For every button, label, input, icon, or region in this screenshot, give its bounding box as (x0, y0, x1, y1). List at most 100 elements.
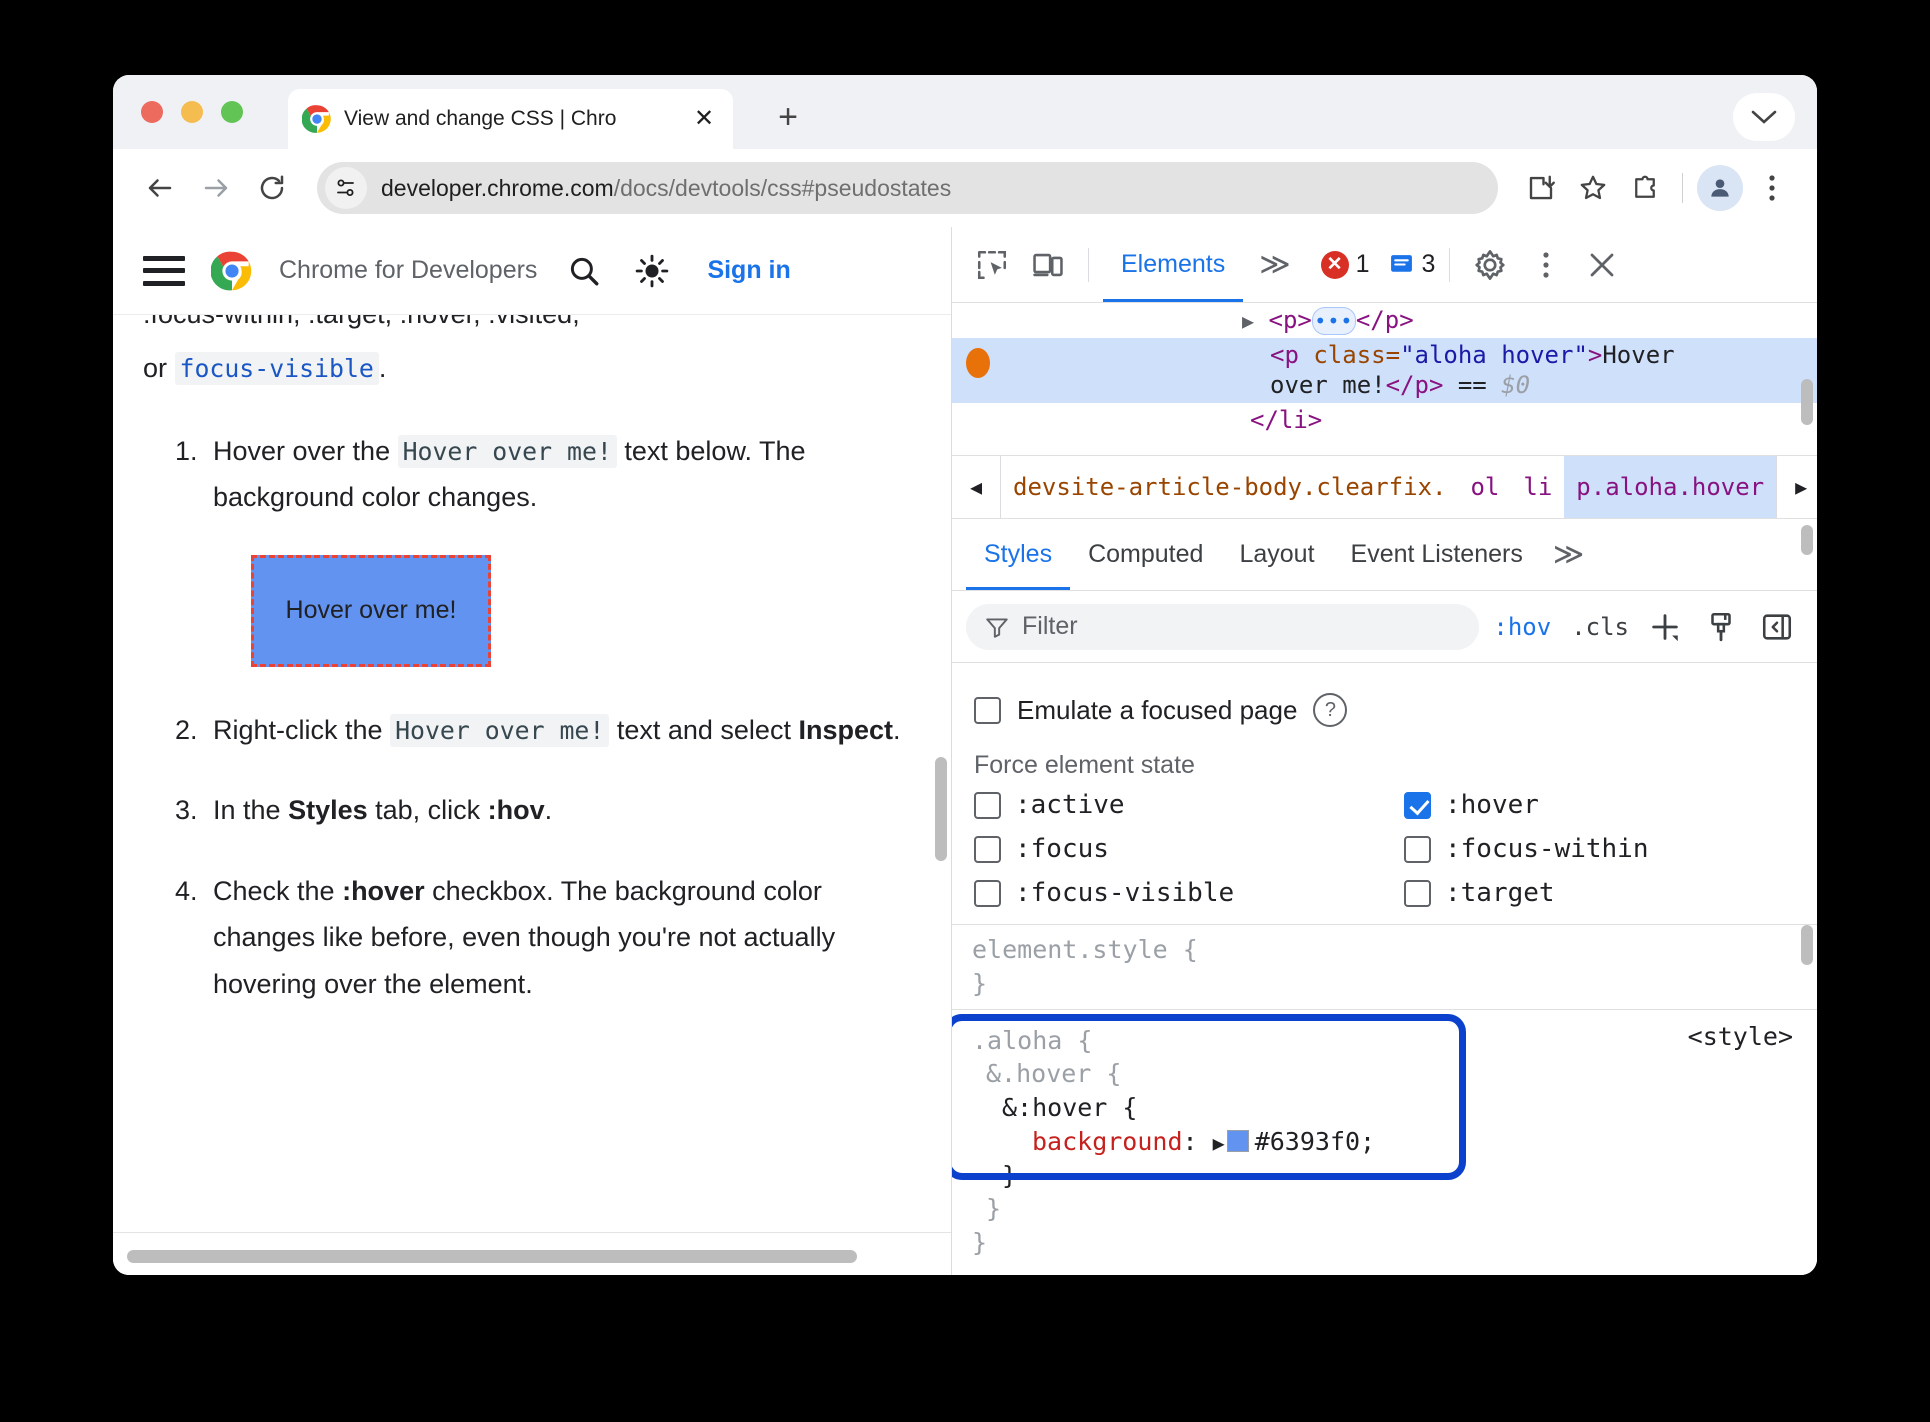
chevron-down-icon (1751, 110, 1777, 124)
target-checkbox[interactable] (1404, 879, 1431, 907)
collapsed-children-icon[interactable]: ••• (1311, 307, 1356, 335)
tab-close-icon[interactable]: ✕ (689, 104, 719, 134)
list-item: Hover over the Hover over me! text below… (205, 428, 907, 521)
rules-scrollbar[interactable] (1801, 925, 1813, 965)
close-devtools-button[interactable] (1576, 239, 1628, 291)
emulate-focused-page-checkbox[interactable] (974, 696, 1001, 724)
settings-button[interactable] (1464, 239, 1516, 291)
breakpoint-marker-icon[interactable] (966, 347, 990, 378)
maximize-window-button[interactable] (221, 101, 243, 123)
copy-styles-button[interactable] (1695, 601, 1747, 653)
help-icon[interactable]: ? (1313, 693, 1348, 727)
tab-event-listeners[interactable]: Event Listeners (1333, 520, 1541, 590)
bookmark-button[interactable] (1570, 165, 1616, 211)
aloha-selector[interactable]: .aloha { (972, 1024, 1797, 1058)
chrome-logo-icon (211, 251, 252, 290)
expand-triangle-icon[interactable]: ▶ (1242, 309, 1254, 333)
inspect-element-button[interactable] (966, 239, 1018, 291)
error-badge[interactable]: ✕ 1 (1320, 250, 1370, 279)
extensions-button[interactable] (1622, 165, 1668, 211)
tab-elements[interactable]: Elements (1103, 228, 1243, 302)
emulate-focused-page-row: Emulate a focused page ? (952, 677, 1817, 743)
dom-node-li-close[interactable]: </li> (952, 403, 1817, 438)
site-header: Chrome for Developers Sign in (113, 227, 951, 315)
profile-button[interactable] (1697, 165, 1743, 211)
tab-search-button[interactable] (1733, 93, 1795, 141)
install-app-button[interactable] (1518, 165, 1564, 211)
theme-toggle-button[interactable] (631, 250, 673, 292)
aloha-nested-hover-class[interactable]: &.hover { (972, 1057, 1797, 1091)
state-focus[interactable]: :focus (974, 834, 1404, 864)
toggle-pseudo-states-button[interactable]: :hov (1483, 609, 1561, 645)
chrome-logo-icon (302, 105, 331, 133)
breadcrumb-item-li[interactable]: li (1511, 456, 1564, 518)
message-badge[interactable]: 3 (1388, 250, 1435, 279)
state-target[interactable]: :target (1404, 878, 1795, 908)
close-window-button[interactable] (141, 101, 163, 123)
state-label: :hover (1445, 790, 1539, 820)
page-horizontal-scrollbar[interactable] (127, 1250, 857, 1263)
minimize-window-button[interactable] (181, 101, 203, 123)
state-active[interactable]: :active (974, 790, 1404, 820)
chrome-menu-button[interactable] (1749, 165, 1795, 211)
style-origin[interactable]: <style> (1688, 1020, 1793, 1054)
address-bar[interactable]: developer.chrome.com/docs/devtools/css#p… (317, 162, 1498, 214)
state-focus-visible[interactable]: :focus-visible (974, 878, 1404, 908)
site-settings-icon[interactable] (325, 167, 367, 209)
breadcrumb-scroll-left[interactable]: ◀ (952, 456, 1001, 518)
devtools-menu-button[interactable] (1520, 239, 1572, 291)
property-value[interactable]: #6393f0; (1255, 1127, 1375, 1156)
focus-visible-line: or focus-visible. (143, 348, 907, 390)
more-styles-tabs-button[interactable]: ≫ (1541, 539, 1596, 570)
new-style-rule-button[interactable] (1639, 601, 1691, 653)
active-checkbox[interactable] (974, 791, 1001, 819)
back-button[interactable] (135, 163, 185, 213)
rule-aloha[interactable]: <style> .aloha { &.hover { &:hover { bac… (952, 1010, 1817, 1268)
new-tab-button[interactable]: + (768, 97, 808, 137)
search-button[interactable] (563, 250, 605, 292)
expand-shorthand-icon[interactable]: ▶ (1213, 1131, 1225, 1155)
breadcrumb-scroll-right[interactable]: ▶ (1776, 456, 1817, 518)
forward-button[interactable] (191, 163, 241, 213)
dom-scrollbar[interactable] (1801, 379, 1813, 425)
aloha-nested-hover-pseudo[interactable]: &:hover { (972, 1091, 1797, 1125)
more-panels-button[interactable]: ≫ (1247, 249, 1302, 280)
breadcrumb-item-p-selected[interactable]: p.aloha.hover (1564, 456, 1777, 518)
dom-node-selected[interactable]: <p class="aloha hover">Hover over me!</p… (952, 337, 1817, 404)
dom-attr-name[interactable]: class= (1313, 341, 1400, 369)
focus-checkbox[interactable] (974, 835, 1001, 863)
state-hover[interactable]: :hover (1404, 790, 1795, 820)
toggle-sidebar-button[interactable] (1751, 601, 1803, 653)
styles-pane-scrollbar[interactable] (1801, 525, 1813, 555)
property-name[interactable]: background (1032, 1127, 1183, 1156)
dom-node-p-collapsed[interactable]: ▶ <p> ••• </p> (952, 303, 1817, 338)
tab-computed[interactable]: Computed (1070, 520, 1221, 590)
state-focus-within[interactable]: :focus-within (1404, 834, 1795, 864)
state-label: :focus (1015, 834, 1109, 864)
property-colon: : (1182, 1126, 1198, 1156)
install-icon (1529, 175, 1555, 200)
toggle-classes-button[interactable]: .cls (1565, 609, 1635, 645)
sign-in-link[interactable]: Sign in (707, 256, 790, 285)
dom-close: </p> (1385, 371, 1444, 400)
declaration-background[interactable]: background: ▶ #6393f0; (972, 1125, 1797, 1159)
device-toolbar-button[interactable] (1022, 239, 1074, 291)
breadcrumb-item-body[interactable]: devsite-article-body.clearfix. (1001, 456, 1458, 518)
page-vertical-scrollbar[interactable] (935, 757, 947, 861)
filter-input[interactable]: Filter (966, 603, 1480, 650)
focus-visible-checkbox[interactable] (974, 879, 1001, 907)
step3-text-b: tab, click (367, 795, 488, 826)
reload-button[interactable] (247, 163, 297, 213)
tab-layout[interactable]: Layout (1221, 520, 1332, 590)
focus-within-checkbox[interactable] (1404, 835, 1431, 863)
dom-attr-value[interactable]: "aloha hover" (1400, 341, 1588, 369)
menu-icon[interactable] (143, 255, 185, 286)
url-path: /docs/devtools/css#pseudostates (613, 174, 952, 201)
hover-checkbox[interactable] (1404, 791, 1431, 819)
rule-element-style[interactable]: element.style { } (952, 925, 1817, 1009)
browser-tab[interactable]: View and change CSS | Chro ✕ (288, 89, 733, 149)
tab-styles[interactable]: Styles (966, 520, 1070, 590)
hover-over-me-box[interactable]: Hover over me! (251, 554, 491, 667)
breadcrumb-item-ol[interactable]: ol (1458, 456, 1511, 518)
color-swatch[interactable] (1226, 1129, 1249, 1152)
